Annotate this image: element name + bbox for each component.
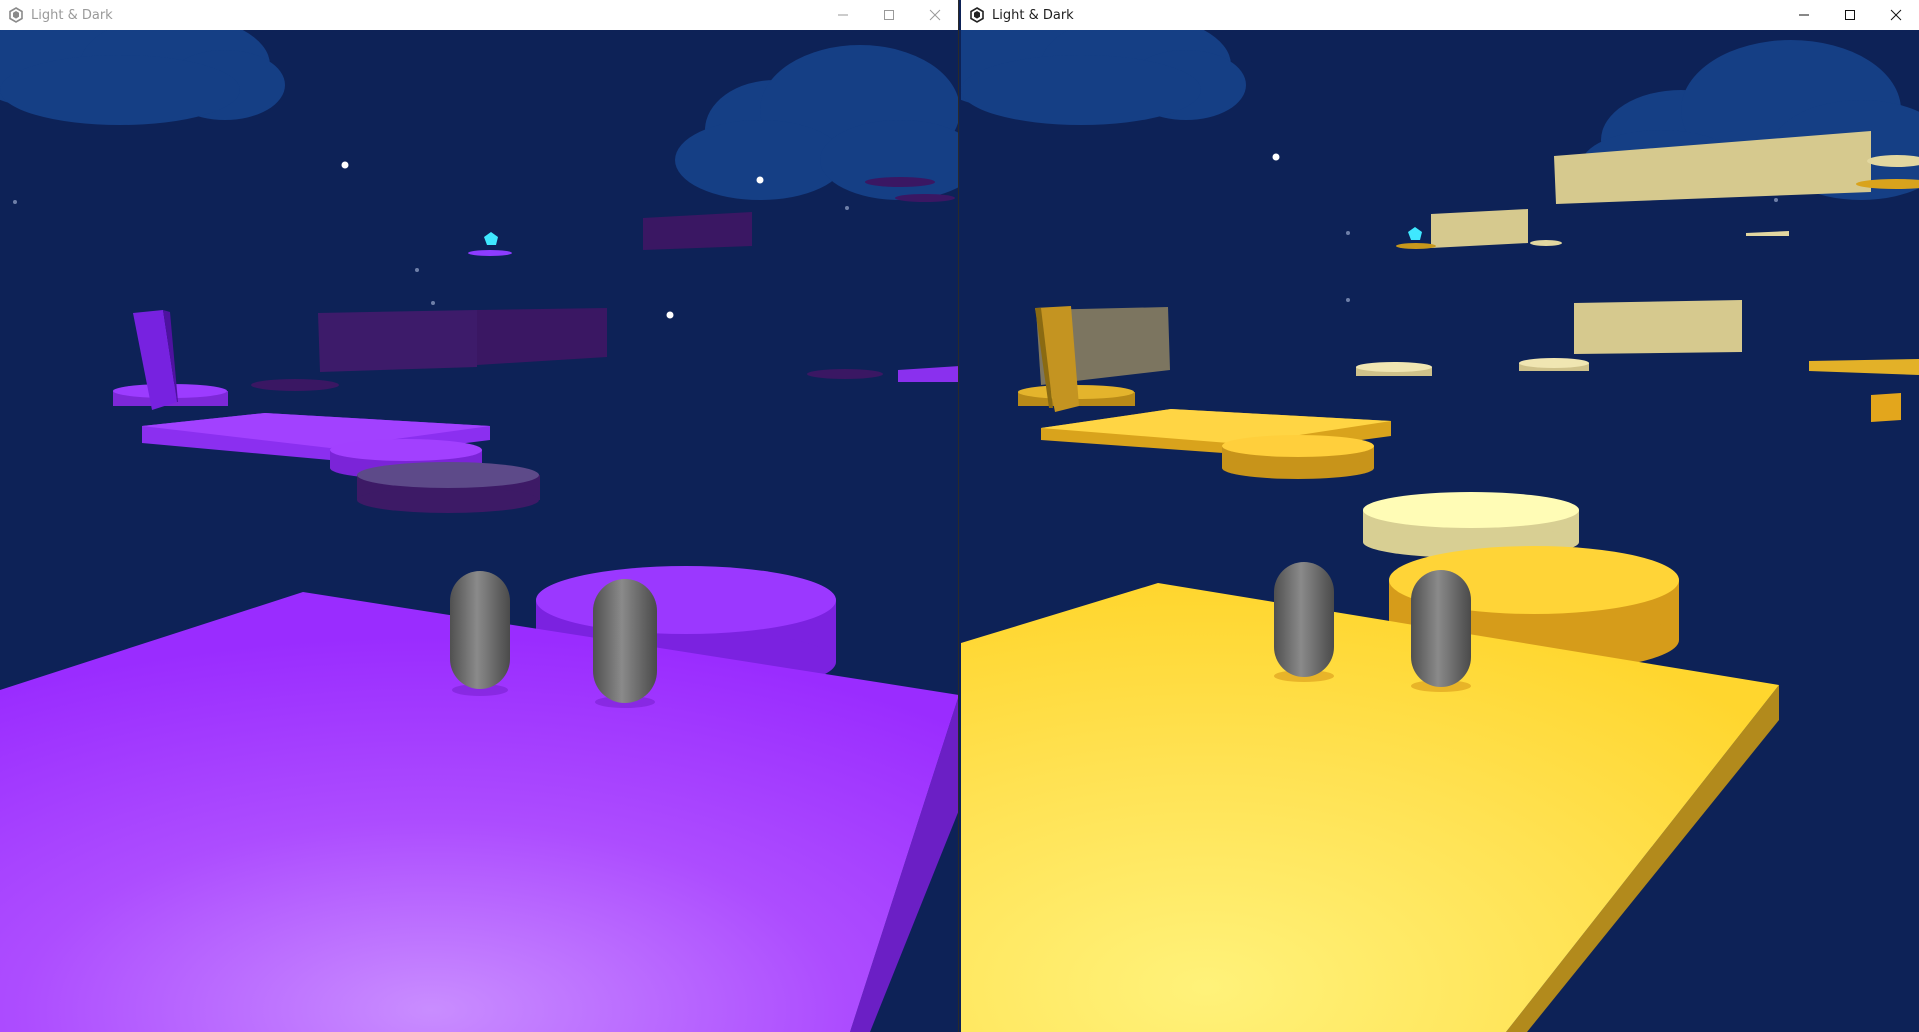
- dark-wall-platform: [318, 310, 477, 372]
- maximize-icon: [884, 10, 894, 20]
- player-capsule: [593, 579, 657, 708]
- window-title: Light & Dark: [992, 7, 1074, 23]
- window-left: Light & Dark: [0, 0, 959, 1032]
- pale-wall-platform: [1431, 209, 1528, 248]
- unity-logo-icon: [970, 7, 984, 23]
- unity-logo-icon: [9, 7, 23, 23]
- close-icon: [1890, 9, 1902, 21]
- minimize-icon: [838, 14, 848, 16]
- window-right: Light & Dark: [961, 0, 1919, 1032]
- pale-wall-platform: [1574, 300, 1742, 354]
- title-bar[interactable]: Light & Dark: [961, 0, 1919, 31]
- maximize-button[interactable]: [1827, 0, 1873, 30]
- window-title: Light & Dark: [31, 7, 113, 23]
- player-capsule: [1411, 570, 1471, 692]
- minimize-button[interactable]: [1781, 0, 1827, 30]
- player-capsule: [450, 571, 510, 696]
- yellow-cube: [1871, 393, 1901, 422]
- dark-disc-platform: [895, 194, 955, 202]
- cloud: [961, 30, 1246, 125]
- game-viewport[interactable]: [0, 30, 959, 1032]
- close-icon: [929, 9, 941, 21]
- dark-wall-platform: [477, 308, 607, 365]
- dark-disc-platform: [865, 177, 935, 187]
- title-bar[interactable]: Light & Dark: [0, 0, 958, 31]
- pale-disc-platform: [1530, 240, 1562, 246]
- minimize-button[interactable]: [820, 0, 866, 30]
- close-button[interactable]: [912, 0, 958, 30]
- distant-disc-platform: [468, 250, 512, 256]
- game-viewport[interactable]: [961, 30, 1919, 1032]
- yellow-disc-platform: [1396, 243, 1436, 249]
- maximize-button[interactable]: [866, 0, 912, 30]
- minimize-icon: [1799, 14, 1809, 16]
- dark-disc-platform: [251, 379, 339, 391]
- maximize-icon: [1845, 10, 1855, 20]
- cloud: [0, 30, 285, 125]
- dark-wall-platform: [643, 212, 752, 250]
- player-capsule: [1274, 562, 1334, 682]
- close-button[interactable]: [1873, 0, 1919, 30]
- dark-disc-platform: [807, 369, 883, 379]
